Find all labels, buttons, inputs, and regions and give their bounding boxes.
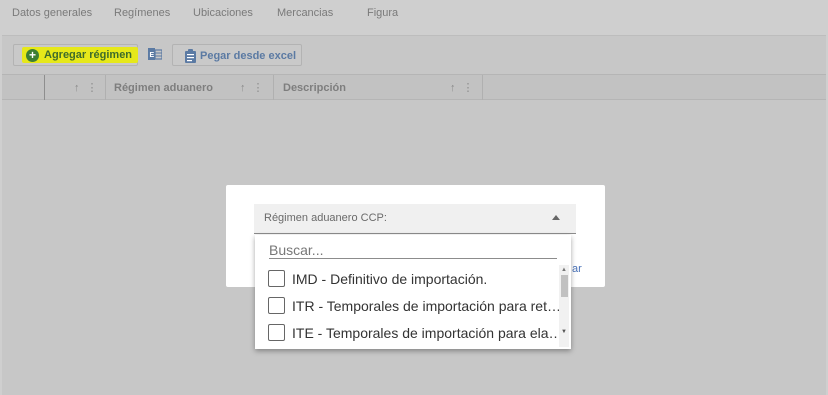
- search-placeholder: Buscar...: [269, 242, 324, 258]
- option-label: IMD - Definitivo de importación.: [292, 271, 488, 287]
- clipboard-icon: [185, 49, 196, 63]
- add-regimen-button[interactable]: + Agregar régimen: [13, 44, 138, 66]
- option-itr[interactable]: ITR - Temporales de importación para ret…: [267, 295, 561, 317]
- column-separator[interactable]: [273, 75, 274, 100]
- paste-from-excel-label: Pegar desde excel: [200, 50, 297, 62]
- scroll-up-icon[interactable]: ▲: [561, 267, 567, 273]
- option-imd[interactable]: IMD - Definitivo de importación.: [267, 268, 557, 290]
- option-checkbox[interactable]: [268, 297, 285, 314]
- sort-menu-icon[interactable]: ↑ ⋮: [74, 81, 100, 94]
- partial-action-link[interactable]: ar: [572, 263, 582, 275]
- svg-text:E: E: [150, 52, 155, 59]
- excel-icon[interactable]: E: [148, 47, 162, 61]
- tab-bar: Datos generales Regímenes Ubicaciones Me…: [0, 0, 828, 30]
- add-regimen-label: Agregar régimen: [44, 49, 133, 61]
- tab-regimenes[interactable]: Regímenes: [114, 7, 170, 19]
- search-input[interactable]: Buscar...: [269, 242, 557, 259]
- toolbar: + Agregar régimen E Pegar desde excel: [2, 36, 826, 74]
- scrollbar-thumb[interactable]: [561, 275, 568, 297]
- sort-menu-icon[interactable]: ↑ ⋮: [240, 81, 266, 94]
- dropdown-scrollbar[interactable]: ▲ ▼: [559, 265, 569, 347]
- paste-from-excel-button[interactable]: Pegar desde excel: [172, 44, 302, 66]
- tab-figura[interactable]: Figura: [367, 7, 398, 19]
- regimen-aduanero-select[interactable]: Régimen aduanero CCP:: [254, 204, 576, 234]
- column-separator[interactable]: [105, 75, 106, 100]
- regimen-dropdown: Buscar... IMD - Definitivo de importació…: [255, 235, 571, 349]
- sort-menu-icon[interactable]: ↑ ⋮: [450, 81, 476, 94]
- tab-datos-generales[interactable]: Datos generales: [12, 7, 92, 19]
- select-label: Régimen aduanero CCP:: [264, 212, 387, 224]
- column-descripcion[interactable]: Descripción: [283, 82, 346, 94]
- tab-ubicaciones[interactable]: Ubicaciones: [193, 7, 253, 19]
- column-separator[interactable]: [482, 75, 483, 100]
- grid-header: ↑ ⋮ Régimen aduanero ↑ ⋮ Descripción ↑ ⋮: [2, 74, 826, 100]
- option-checkbox[interactable]: [268, 324, 285, 341]
- tab-mercancias[interactable]: Mercancias: [277, 7, 333, 19]
- scroll-down-icon[interactable]: ▼: [561, 329, 567, 335]
- option-label: ITR - Temporales de importación para ret…: [292, 298, 561, 314]
- caret-up-icon[interactable]: [552, 215, 560, 220]
- plus-circle-icon: +: [26, 49, 39, 62]
- option-checkbox[interactable]: [268, 270, 285, 287]
- option-ite[interactable]: ITE - Temporales de importación para ela…: [267, 322, 563, 344]
- column-separator: [44, 75, 45, 100]
- option-label: ITE - Temporales de importación para ela…: [292, 325, 563, 341]
- column-regimen-aduanero[interactable]: Régimen aduanero: [114, 82, 213, 94]
